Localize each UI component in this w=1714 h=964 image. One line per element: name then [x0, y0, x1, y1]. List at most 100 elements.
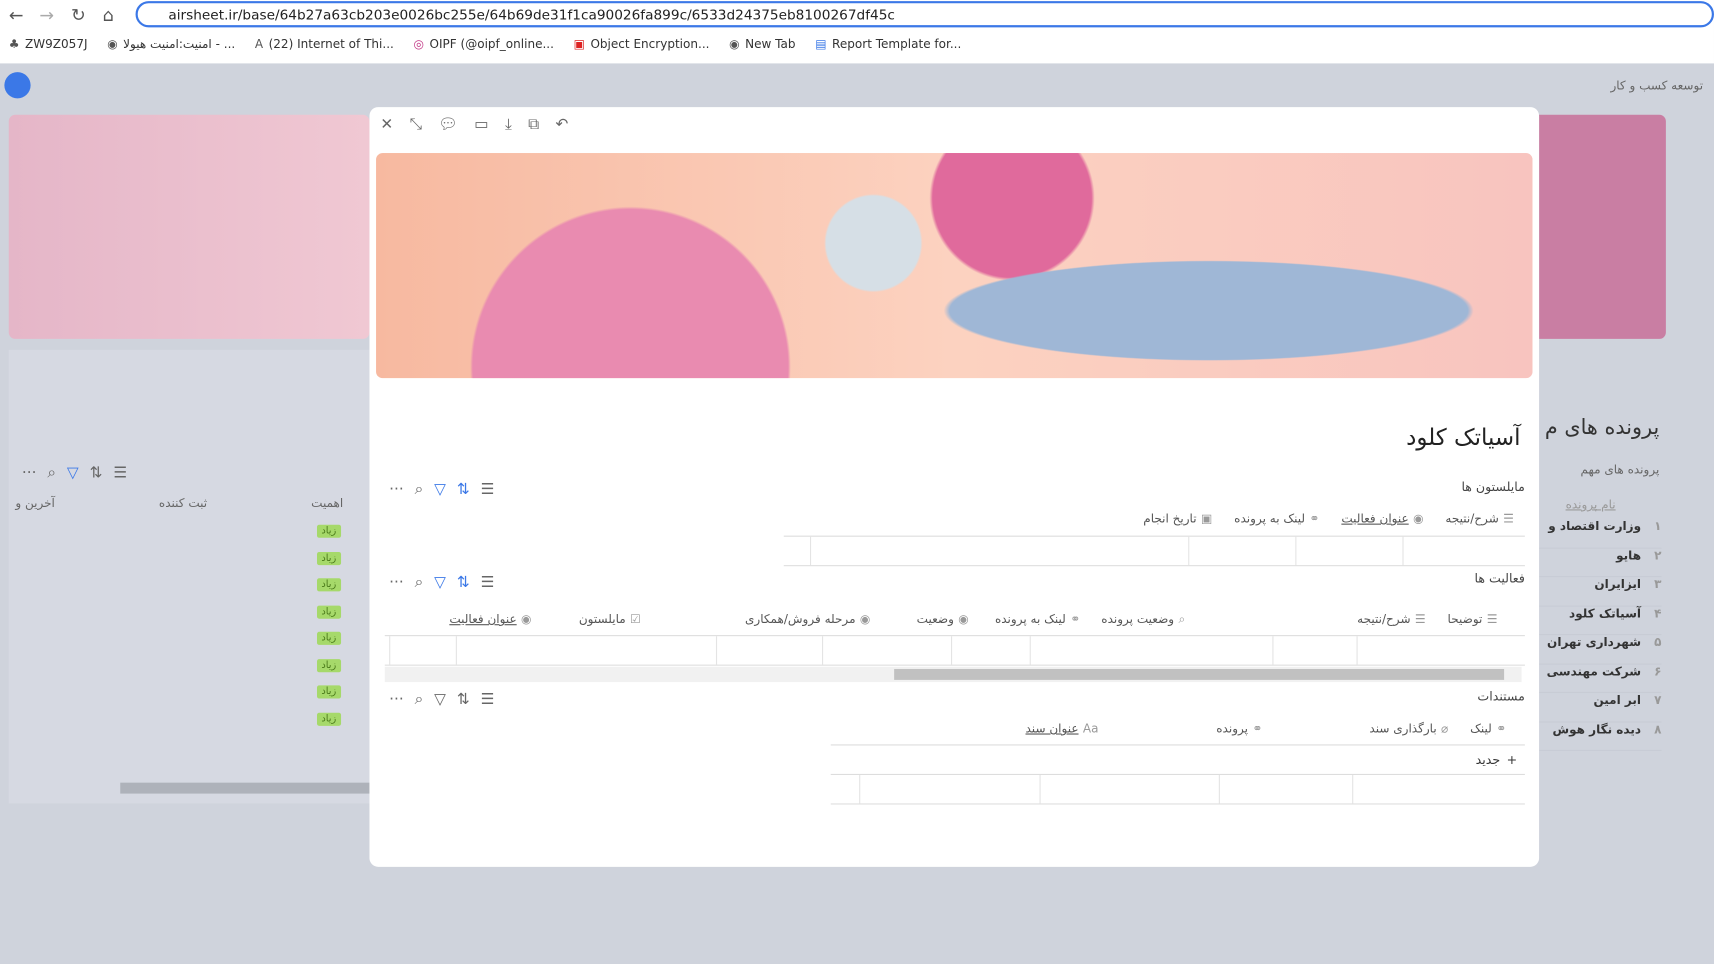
filter-icon[interactable]: ▽ — [434, 481, 446, 498]
milestones-toolbar: ··· ⌕ ▽ ⇅ ☰ — [389, 481, 494, 498]
list-item[interactable]: ۷ابر امین — [1539, 693, 1662, 722]
background-view-label[interactable]: پرونده های مهم — [1581, 462, 1660, 476]
back-icon[interactable]: ← — [9, 4, 24, 25]
close-icon[interactable]: ✕ — [380, 116, 393, 133]
record-modal: ✕ ⤡ 💬︎ ▭ ⤓ ⧉ ↶ آسیاتک کلود مایلستون ها ·… — [369, 107, 1540, 867]
forward-icon[interactable]: → — [39, 4, 54, 25]
importance-tag: زیاد — [316, 524, 341, 538]
sort-icon[interactable]: ⇅ — [457, 574, 470, 591]
comment-icon[interactable]: 💬︎ — [438, 116, 457, 133]
wrap-icon[interactable]: ☰ — [481, 481, 495, 498]
undo-icon[interactable]: ↶ — [555, 116, 568, 133]
importance-tag: زیاد — [316, 578, 341, 592]
column-header[interactable]: ☰شرح/نتیجه — [1435, 512, 1525, 526]
importance-tag: زیاد — [316, 658, 341, 672]
scrollbar-thumb[interactable] — [894, 668, 1505, 680]
background-list: ۱وزارت اقتصاد و ۲هایو ۳ایزایران ۴آسیاتک … — [1539, 519, 1662, 751]
browser-chrome: ← → ↻ ⌂ airsheet.ir/base/64b27a63cb203e0… — [0, 0, 1714, 64]
tag-column: زیاد زیاد زیاد زیاد زیاد زیاد زیاد زیاد — [316, 524, 341, 726]
avatar[interactable] — [4, 72, 31, 99]
plus-icon: + — [1506, 752, 1518, 768]
list-item[interactable]: ۴آسیاتک کلود — [1539, 606, 1662, 636]
download-icon[interactable]: ⤓ — [505, 116, 512, 133]
search-icon[interactable]: ⌕ — [415, 691, 424, 708]
documents-row[interactable] — [830, 773, 1525, 805]
filter-icon[interactable]: ▽ — [67, 465, 79, 482]
column-header[interactable]: Aaعنوان سند — [978, 721, 1109, 735]
search-icon[interactable]: ⌕ — [415, 481, 424, 498]
list-item[interactable]: ۳ایزایران — [1539, 577, 1662, 607]
background-page-title: پرونده های م — [1544, 415, 1660, 440]
more-icon[interactable]: ··· — [389, 691, 404, 708]
column-header[interactable]: ☰شرح/نتیجه — [1196, 612, 1436, 627]
column-header[interactable]: ☰توضیحا — [1437, 612, 1509, 627]
column-header[interactable]: ⚭پرونده — [1109, 721, 1273, 735]
column-header[interactable]: ◉عنوان فعالیت — [1330, 512, 1434, 526]
background-panel — [8, 349, 370, 804]
column-header[interactable]: ⚭لینک — [1459, 721, 1517, 735]
milestones-row[interactable] — [783, 535, 1525, 567]
bookmark[interactable]: ◉ امنیت:امنیت هیولا - ... — [107, 37, 235, 51]
wrap-icon[interactable]: ☰ — [481, 574, 495, 591]
importance-tag: زیاد — [316, 605, 341, 619]
filter-icon[interactable]: ▽ — [434, 574, 446, 591]
column-header[interactable]: ☑مایلستون — [542, 612, 651, 627]
wrap-icon[interactable]: ☰ — [113, 465, 127, 482]
bookmark[interactable]: ▤ Report Template for... — [815, 37, 961, 51]
column-header[interactable]: ⚭لینک به پرونده — [1223, 512, 1330, 526]
importance-tag: زیاد — [316, 712, 341, 726]
sort-icon[interactable]: ⇅ — [457, 691, 470, 708]
activities-toolbar: ··· ⌕ ▽ ⇅ ☰ — [389, 574, 494, 591]
sort-icon[interactable]: ⇅ — [457, 481, 470, 498]
bookmark[interactable]: ◉ New Tab — [729, 37, 795, 51]
importance-tag: زیاد — [316, 685, 341, 699]
search-icon[interactable]: ⌕ — [415, 574, 424, 591]
column-header[interactable]: ⌀بارگذاری سند — [1273, 721, 1459, 735]
column-header[interactable]: ⚭لینک به پرونده — [980, 612, 1091, 627]
bookmarks-bar: ♣ ZW9Z057J ◉ امنیت:امنیت هیولا - ... A (22)… — [9, 37, 962, 51]
breadcrumb[interactable]: توسعه کسب و کار — [1610, 79, 1703, 93]
divider — [830, 744, 1525, 746]
list-item[interactable]: ۵شهرداری تهران — [1539, 635, 1662, 665]
address-bar[interactable]: airsheet.ir/base/64b27a63cb203e0026bc255… — [135, 1, 1714, 28]
column-header[interactable]: ◉عنوان فعالیت — [411, 612, 542, 627]
column-header[interactable]: ▣تاریخ انجام — [1132, 512, 1223, 526]
background-cover — [8, 114, 370, 339]
list-item[interactable]: ۲هایو — [1539, 548, 1662, 578]
list-item[interactable]: ۱وزارت اقتصاد و — [1539, 519, 1662, 549]
copy-icon[interactable]: ⧉ — [528, 116, 539, 133]
bookmark[interactable]: A (22) Internet of Thi... — [255, 37, 394, 51]
list-item[interactable]: ۶شرکت مهندسی — [1539, 664, 1662, 694]
column-header: آخرین و — [15, 496, 55, 511]
more-icon[interactable]: ··· — [389, 574, 404, 591]
wrap-icon[interactable]: ☰ — [481, 691, 495, 708]
bookmark[interactable]: ◎ OIPF (@oipf_online... — [414, 37, 554, 51]
background-toolbar: ··· ⌕ ▽ ⇅ ☰ — [22, 465, 127, 482]
importance-tag: زیاد — [316, 631, 341, 645]
list-item[interactable]: ۸دیده نگار هوش — [1539, 722, 1662, 751]
section-label: مایلستون ها — [1461, 478, 1525, 495]
bookmark[interactable]: ▣ Object Encryption... — [574, 37, 710, 51]
background-scrollbar[interactable] — [120, 782, 370, 794]
filter-icon[interactable]: ▽ — [434, 691, 446, 708]
more-icon[interactable]: ··· — [22, 465, 37, 482]
bookmark[interactable]: ♣ ZW9Z057J — [9, 37, 88, 51]
collapse-icon[interactable]: ⤡ — [410, 116, 422, 133]
column-header: اهمیت — [311, 496, 344, 511]
column-header[interactable]: ◉وضعیت — [881, 612, 979, 627]
horizontal-scrollbar[interactable] — [384, 666, 1522, 683]
column-header[interactable]: ◉مرحله فروش/همکاری — [652, 612, 882, 627]
more-icon[interactable]: ··· — [389, 481, 404, 498]
activities-row[interactable] — [384, 635, 1525, 666]
home-icon[interactable]: ⌂ — [103, 4, 114, 25]
column-header: ثبت کننده — [158, 496, 208, 511]
importance-tag: زیاد — [316, 551, 341, 565]
add-new-button[interactable]: +جدید — [1476, 752, 1518, 767]
sort-icon[interactable]: ⇅ — [90, 465, 103, 482]
section-label: فعالیت ها — [1474, 570, 1525, 586]
archive-icon[interactable]: ▭ — [474, 116, 488, 133]
column-header[interactable]: ⌕وضعیت پرونده — [1091, 612, 1196, 627]
search-icon[interactable]: ⌕ — [47, 465, 56, 482]
section-label: مستندات — [1477, 688, 1525, 704]
reload-icon[interactable]: ↻ — [71, 4, 86, 25]
